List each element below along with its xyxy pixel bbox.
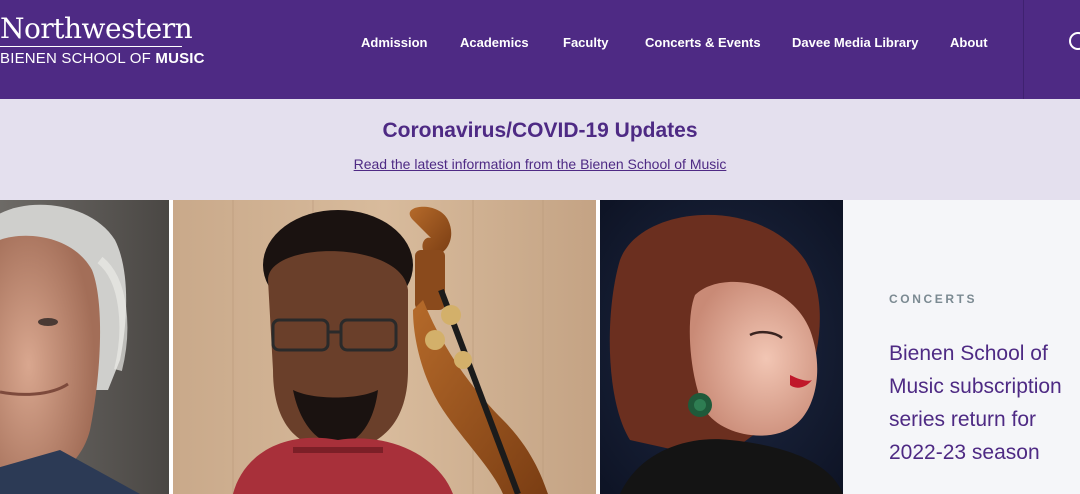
hero-photo-conductor[interactable] <box>0 200 169 494</box>
nav-admission[interactable]: Admission <box>361 34 427 52</box>
hero-feature: CONCERTS Bienen School of Music subscrip… <box>0 200 1080 494</box>
nav-concerts-events[interactable]: Concerts & Events <box>645 34 761 52</box>
nav-about[interactable]: About <box>950 34 988 52</box>
story-headline-line: 2022-23 season <box>889 441 1040 464</box>
hero-photo-bassist[interactable] <box>173 200 596 494</box>
hero-photo-singer[interactable] <box>600 200 843 494</box>
nav-academics[interactable]: Academics <box>460 34 529 52</box>
story-category: CONCERTS <box>889 292 978 306</box>
logo-subtitle-bold: MUSIC <box>155 50 205 67</box>
site-header: Northwestern BIENEN SCHOOL OF MUSIC Admi… <box>0 0 1080 99</box>
story-headline-line: Music subscription <box>889 375 1062 398</box>
logo-wordmark: Northwestern <box>0 12 193 45</box>
header-divider <box>1023 0 1024 99</box>
northwestern-bienen-logo[interactable]: Northwestern BIENEN SCHOOL OF MUSIC <box>0 14 205 67</box>
logo-subtitle: BIENEN SCHOOL OF MUSIC <box>0 50 205 67</box>
logo-subtitle-regular: BIENEN SCHOOL OF <box>0 50 156 67</box>
nav-davee-media-library[interactable]: Davee Media Library <box>792 34 918 52</box>
covid-alert-banner: Coronavirus/COVID-19 Updates Read the la… <box>0 99 1080 200</box>
story-headline-line: Bienen School of <box>889 342 1048 365</box>
nav-faculty[interactable]: Faculty <box>563 34 609 52</box>
alert-link[interactable]: Read the latest information from the Bie… <box>0 155 1080 173</box>
alert-title: Coronavirus/COVID-19 Updates <box>382 119 698 142</box>
story-headline[interactable]: Bienen School of Music subscription seri… <box>889 337 1080 469</box>
logo-rule <box>0 46 182 47</box>
search-icon[interactable] <box>1068 31 1080 53</box>
story-headline-line: series return for <box>889 408 1037 431</box>
hero-story-card[interactable]: CONCERTS Bienen School of Music subscrip… <box>843 200 1080 494</box>
